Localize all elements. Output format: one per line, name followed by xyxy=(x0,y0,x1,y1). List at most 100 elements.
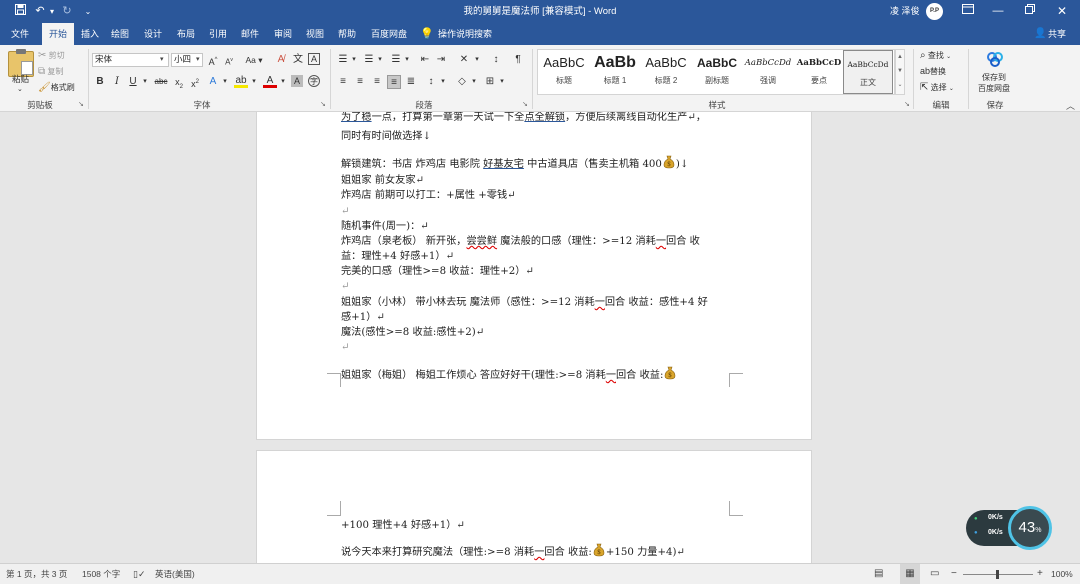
character-border-icon[interactable]: A xyxy=(308,53,320,65)
tab-layout[interactable]: 布局 xyxy=(174,23,198,45)
align-right-icon[interactable]: ≡ xyxy=(370,75,384,89)
numbering-dropdown-icon[interactable]: ▾ xyxy=(373,53,387,67)
proofing-icon[interactable]: ▯✓ xyxy=(133,564,146,584)
tab-references[interactable]: 引用 xyxy=(206,23,230,45)
highlight-dropdown-icon[interactable]: ▾ xyxy=(247,75,261,89)
show-marks-icon[interactable]: ¶ xyxy=(511,53,525,67)
tab-file[interactable]: 文件 xyxy=(6,23,34,45)
font-launcher-icon[interactable]: ↘ xyxy=(320,100,326,108)
font-size-dropdown-icon[interactable]: ▾ xyxy=(196,55,200,63)
paste-button[interactable]: 粘贴 xyxy=(12,73,29,85)
tab-design[interactable]: 设计 xyxy=(141,23,165,45)
copy-button[interactable]: ⧉ 复制 xyxy=(38,66,63,77)
styles-launcher-icon[interactable]: ↘ xyxy=(904,100,910,108)
distributed-icon[interactable]: ≣ xyxy=(404,75,418,89)
replace-button[interactable]: ab替换 xyxy=(920,66,946,77)
tab-help[interactable]: 帮助 xyxy=(335,23,359,45)
paste-dropdown-icon[interactable]: ⌄ xyxy=(17,85,23,93)
bold-icon[interactable]: B xyxy=(93,75,107,89)
subscript-icon[interactable]: x2 xyxy=(172,75,186,90)
style-normal[interactable]: AaBbCcDd 正文 xyxy=(843,50,893,94)
font-color-icon[interactable]: A xyxy=(263,75,277,88)
memory-usage-gauge[interactable]: 43% xyxy=(1008,506,1052,550)
highlight-icon[interactable]: ab xyxy=(234,75,248,88)
clear-formatting-icon[interactable]: A̸ xyxy=(274,53,288,67)
tab-mailings[interactable]: 邮件 xyxy=(238,23,262,45)
tab-draw[interactable]: 绘图 xyxy=(108,23,132,45)
style-emphasis[interactable]: AaBbCcDd 强调 xyxy=(742,49,794,91)
paragraph-launcher-icon[interactable]: ↘ xyxy=(522,100,528,108)
baidu-cloud-icon[interactable] xyxy=(986,51,1004,67)
customize-toolbar-icon[interactable]: ⌄ xyxy=(80,4,96,19)
zoom-slider-thumb[interactable] xyxy=(996,570,999,579)
style-strong[interactable]: AaBbCcD 要点 xyxy=(793,49,845,91)
superscript-icon[interactable]: x2 xyxy=(188,75,202,89)
align-center-icon[interactable]: ≡ xyxy=(353,75,367,89)
shrink-font-icon[interactable]: Av xyxy=(222,53,236,67)
chinese-layout-icon[interactable]: ✕ xyxy=(457,53,471,67)
shading-dropdown-icon[interactable]: ▾ xyxy=(467,75,481,89)
tell-me-search[interactable]: 操作说明搜索 xyxy=(438,23,498,45)
avatar[interactable]: P.P xyxy=(926,3,943,20)
tab-baidu-netdisk[interactable]: 百度网盘 xyxy=(367,23,411,45)
close-icon[interactable]: ✕ xyxy=(1046,0,1078,23)
decrease-indent-icon[interactable]: ⇤ xyxy=(418,53,432,67)
save-to-baidu-line1[interactable]: 保存到 xyxy=(982,72,1006,83)
save-to-baidu-line2[interactable]: 百度网盘 xyxy=(978,83,1010,94)
redo-icon[interactable]: ↻ xyxy=(59,4,75,19)
line-spacing-dropdown-icon[interactable]: ▾ xyxy=(436,75,450,89)
save-icon[interactable] xyxy=(12,4,28,19)
italic-icon[interactable]: I xyxy=(110,75,124,89)
minimize-icon[interactable]: — xyxy=(982,0,1014,23)
multilevel-list-dropdown-icon[interactable]: ▾ xyxy=(400,53,414,67)
tab-insert[interactable]: 插入 xyxy=(78,23,102,45)
select-button[interactable]: ⇱ 选择 ⌄ xyxy=(920,82,954,93)
increase-indent-icon[interactable]: ⇥ xyxy=(434,53,448,67)
bullets-dropdown-icon[interactable]: ▾ xyxy=(347,53,361,67)
collapse-ribbon-icon[interactable]: ︿ xyxy=(1066,99,1075,112)
change-case-icon[interactable]: Aa ▾ xyxy=(243,53,265,67)
character-shading-icon[interactable]: A xyxy=(291,75,303,87)
underline-dropdown-icon[interactable]: ▾ xyxy=(138,75,152,89)
strikethrough-icon[interactable]: abc xyxy=(152,75,170,89)
find-button[interactable]: ⌕ 查找 ⌄ xyxy=(920,50,951,61)
zoom-in-button[interactable]: + xyxy=(1037,564,1043,584)
tab-home[interactable]: 开始 xyxy=(42,23,74,45)
zoom-level[interactable]: 100% xyxy=(1051,564,1073,584)
page-2[interactable]: +100 理性+4 好感+1）↵ 说今天本来打算研究魔法（理性:>=8 消耗一回… xyxy=(256,450,812,563)
format-painter-button[interactable]: 🖌格式刷 xyxy=(38,82,75,93)
style-heading2[interactable]: AaBbC 标题 2 xyxy=(640,49,692,91)
tab-review[interactable]: 审阅 xyxy=(271,23,295,45)
ribbon-display-options-icon[interactable] xyxy=(952,0,984,23)
style-subtitle[interactable]: AaBbC 副标题 xyxy=(691,49,743,91)
undo-dropdown-icon[interactable]: ▾ xyxy=(44,4,60,19)
tab-view[interactable]: 视图 xyxy=(303,23,327,45)
justify-icon[interactable]: ≡ xyxy=(387,75,401,89)
text-effects-dropdown-icon[interactable]: ▾ xyxy=(218,75,232,89)
borders-dropdown-icon[interactable]: ▾ xyxy=(495,75,509,89)
clipboard-launcher-icon[interactable]: ↘ xyxy=(78,100,84,108)
enclose-characters-icon[interactable]: 字 xyxy=(308,75,320,87)
web-layout-icon[interactable]: ▭ xyxy=(930,564,939,584)
user-name[interactable]: 凌 泽俊 xyxy=(890,0,920,23)
page-1[interactable]: 为了稳一点，打算第一章第一天试一下全点全解锁，方便后续离线自动化生产↵， 同时有… xyxy=(256,112,812,440)
sort-icon[interactable]: ↕ xyxy=(489,53,503,67)
grow-font-icon[interactable]: A^ xyxy=(206,53,220,67)
print-layout-icon[interactable]: ▦ xyxy=(900,564,920,584)
page-count[interactable]: 第 1 页，共 3 页 xyxy=(6,564,67,584)
styles-scroll[interactable]: ▲ ▼ ⌄ xyxy=(895,49,905,95)
phonetic-guide-icon[interactable]: 文 xyxy=(291,53,305,67)
cut-button[interactable]: ✂ 剪切 xyxy=(38,50,65,61)
chinese-layout-dropdown-icon[interactable]: ▾ xyxy=(470,53,484,67)
word-count[interactable]: 1508 个字 xyxy=(82,564,120,584)
zoom-out-button[interactable]: − xyxy=(951,564,957,584)
restore-icon[interactable] xyxy=(1014,0,1046,23)
align-left-icon[interactable]: ≡ xyxy=(336,75,350,89)
share-button[interactable]: 共享 xyxy=(1046,23,1068,45)
font-color-dropdown-icon[interactable]: ▾ xyxy=(276,75,290,89)
style-heading1[interactable]: AaBb 标题 1 xyxy=(589,49,641,91)
font-name-dropdown-icon[interactable]: ▾ xyxy=(160,55,164,63)
read-mode-icon[interactable]: ▤ xyxy=(874,564,883,584)
style-title[interactable]: AaBbC 标题 xyxy=(538,49,590,91)
language[interactable]: 英语(美国) xyxy=(155,564,195,584)
